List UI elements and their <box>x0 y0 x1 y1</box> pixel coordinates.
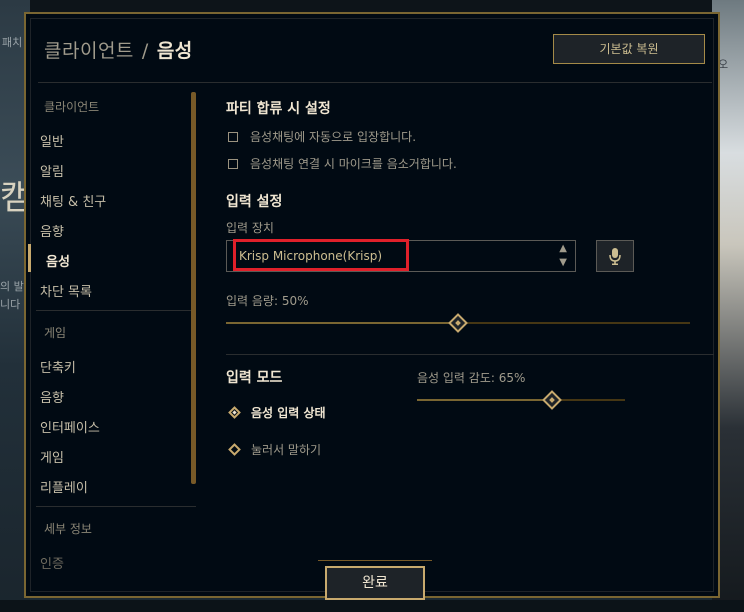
sensitivity-slider-fill <box>417 399 553 401</box>
auto-join-label: 음성채팅에 자동으로 입장합니다. <box>250 130 417 144</box>
sidebar-heading-game: 게임 <box>44 326 67 340</box>
sidebar-item-hotkeys[interactable]: 단축키 <box>40 357 76 376</box>
push-to-talk-radio[interactable] <box>228 443 241 456</box>
settings-sidebar: 클라이언트 일반 알림 채팅 & 친구 음향 음성 차단 목록 게임 단축키 음… <box>26 84 196 584</box>
background-text: 니다 <box>0 298 21 311</box>
party-settings-title: 파티 합류 시 설정 <box>226 101 331 117</box>
input-volume-label: 입력 음량: 50% <box>226 294 309 308</box>
mic-test-button[interactable] <box>596 240 634 272</box>
sidebar-active-indicator <box>28 244 31 272</box>
highlight-annotation <box>233 239 409 271</box>
input-mode-title: 입력 모드 <box>226 370 283 386</box>
auto-join-option[interactable]: 음성채팅에 자동으로 입장합니다. <box>228 128 416 145</box>
push-to-talk-label: 눌러서 말하기 <box>251 443 322 457</box>
sidebar-heading-info: 세부 정보 <box>44 522 92 536</box>
sidebar-scrollbar[interactable] <box>191 92 196 484</box>
page-title: 클라이언트 / 음성 <box>44 36 193 63</box>
background-text: 패치 <box>2 36 23 49</box>
sidebar-divider <box>36 310 196 311</box>
section-divider <box>226 354 714 355</box>
sidebar-item-block-list[interactable]: 차단 목록 <box>40 281 92 300</box>
background-top <box>0 0 744 12</box>
breadcrumb-current: 음성 <box>156 40 193 62</box>
volume-slider-fill <box>226 322 458 324</box>
sidebar-item-interface[interactable]: 인터페이스 <box>40 417 100 436</box>
select-arrows-icon: ▲ ▼ <box>559 243 567 268</box>
push-to-talk-option[interactable]: 눌러서 말하기 <box>228 441 322 458</box>
sidebar-divider <box>36 506 196 507</box>
input-device-label: 입력 장치 <box>226 221 274 235</box>
sidebar-item-game[interactable]: 게임 <box>40 447 64 466</box>
sidebar-item-game-sound[interactable]: 음향 <box>40 387 64 406</box>
voice-activation-option[interactable]: 음성 입력 상태 <box>228 404 326 421</box>
mute-mic-label: 음성채팅 연결 시 마이크를 음소거합니다. <box>250 157 457 171</box>
voice-activation-label: 음성 입력 상태 <box>251 406 326 420</box>
header-divider <box>38 82 712 83</box>
sensitivity-slider-thumb[interactable] <box>542 390 563 410</box>
microphone-icon <box>609 248 621 265</box>
auto-join-checkbox[interactable] <box>228 131 238 142</box>
breadcrumb-separator: / <box>141 40 149 62</box>
sidebar-item-verification[interactable]: 인증 <box>40 553 64 572</box>
mute-mic-option[interactable]: 음성채팅 연결 시 마이크를 음소거합니다. <box>228 155 457 172</box>
settings-modal: 클라이언트 / 음성 기본값 복원 클라이언트 일반 알림 채팅 & 친구 음향 음… <box>24 12 720 600</box>
sidebar-item-replays[interactable]: 리플레이 <box>40 477 88 496</box>
sensitivity-label: 음성 입력 감도: 65% <box>417 371 526 385</box>
input-settings-title: 입력 설정 <box>226 194 283 210</box>
sidebar-heading-client: 클라이언트 <box>44 100 100 114</box>
voice-activation-radio[interactable] <box>228 406 241 419</box>
background-text: 의 발 <box>0 280 24 293</box>
mute-mic-checkbox[interactable] <box>228 158 238 169</box>
volume-slider-thumb[interactable] <box>448 313 468 333</box>
sidebar-item-notifications[interactable]: 알림 <box>40 161 64 180</box>
sidebar-item-sound[interactable]: 음향 <box>40 221 64 240</box>
sidebar-item-general[interactable]: 일반 <box>40 131 64 150</box>
restore-defaults-button[interactable]: 기본값 복원 <box>553 34 705 64</box>
done-button[interactable]: 완료 <box>325 566 425 600</box>
breadcrumb-root: 클라이언트 <box>44 40 134 62</box>
sidebar-item-voice[interactable]: 음성 <box>46 251 70 270</box>
sidebar-item-chat-friends[interactable]: 채팅 & 친구 <box>40 191 106 210</box>
